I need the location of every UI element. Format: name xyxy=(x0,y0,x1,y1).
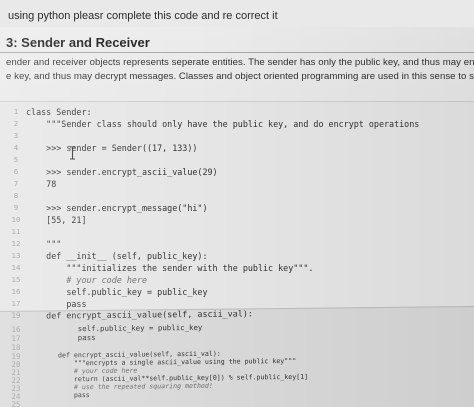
line-number: 16 xyxy=(11,324,21,334)
code-text: 78 xyxy=(26,179,57,189)
description-line-1: ender and receiver objects represents se… xyxy=(6,57,474,68)
line-number: 25 xyxy=(11,399,21,407)
code-line: 13 def __init__ (self, public_key): xyxy=(0,251,474,263)
line-number: 19 xyxy=(11,310,21,320)
code-text: def __init__ (self, public_key): xyxy=(26,251,208,261)
code-text: >>> sender = Sender((17, 133)) xyxy=(26,143,198,153)
code-line: 3 xyxy=(0,131,474,143)
code-line: 15 # your code here xyxy=(0,275,474,287)
line-number: 12 xyxy=(11,239,21,248)
code-line: 7 78 xyxy=(0,179,474,191)
code-line: 9 >>> sender.encrypt_message("hi") xyxy=(0,203,474,215)
code-line: 2 """Sender class should only have the p… xyxy=(0,119,474,131)
line-number: 9 xyxy=(13,203,19,212)
description-line-2: e key, and thus may decrypt messages. Cl… xyxy=(6,71,474,82)
line-number: 3 xyxy=(13,131,19,140)
code-text: """Sender class should only have the pub… xyxy=(26,119,420,129)
line-number: 14 xyxy=(11,263,21,272)
line-number: 13 xyxy=(11,251,21,260)
code-line: 5 xyxy=(0,155,474,167)
code-text: pass xyxy=(60,332,96,343)
code-text: """initializes the sender with the publi… xyxy=(26,263,314,273)
code-text: """ xyxy=(26,239,62,249)
code-line: 14 """initializes the sender with the pu… xyxy=(0,263,474,275)
code-text: [55, 21] xyxy=(26,215,87,225)
title-divider xyxy=(0,52,474,53)
code-line: 4 >>> sender = Sender((17, 133)) xyxy=(0,143,474,160)
code-text: self.public_key = public_key xyxy=(26,287,208,297)
line-number: 6 xyxy=(13,167,19,176)
line-number: 1 xyxy=(13,107,19,116)
code-text: # your code here xyxy=(26,275,148,285)
photo-of-screen: 3: Sender and Receiver ender and receive… xyxy=(0,27,474,407)
code-text: class Sender: xyxy=(26,107,92,117)
line-number: 8 xyxy=(13,191,19,200)
line-number: 18 xyxy=(11,342,21,352)
code-text: def encrypt_ascii_value(self, ascii_val)… xyxy=(26,308,253,321)
line-number: 4 xyxy=(13,143,19,152)
section-title: 3: Sender and Receiver xyxy=(6,35,150,50)
code-line: 8 xyxy=(0,191,474,203)
code-text: >>> sender.encrypt_ascii_value(29) xyxy=(26,167,218,177)
code-cell-bottom: 19 def encrypt_ascii_value(self, ascii_v… xyxy=(0,306,474,407)
line-number: 15 xyxy=(11,275,21,284)
code-cell-top: 1 class Sender: 2 """Sender class should… xyxy=(0,101,474,322)
code-line: 16 self.public_key = public_key xyxy=(0,287,474,299)
question-text: using python pleasr complete this code a… xyxy=(8,10,278,22)
line-number: 17 xyxy=(11,333,21,343)
code-line: 1 class Sender: xyxy=(0,107,474,119)
line-number: 10 xyxy=(11,215,21,224)
line-number: 2 xyxy=(13,119,19,128)
line-number: 16 xyxy=(11,287,21,296)
line-number: 11 xyxy=(11,227,21,236)
code-line: 12 """ xyxy=(0,239,474,251)
code-line: 11 xyxy=(0,227,474,239)
code-line: 6 >>> sender.encrypt_ascii_value(29) xyxy=(0,167,474,179)
line-number: 17 xyxy=(11,299,21,308)
code-text: >>> sender.encrypt_message("hi") xyxy=(26,203,208,213)
code-text: pass xyxy=(26,299,87,309)
line-number: 5 xyxy=(13,155,19,164)
line-number: 7 xyxy=(13,179,19,188)
code-line: 10 [55, 21] xyxy=(0,215,474,227)
